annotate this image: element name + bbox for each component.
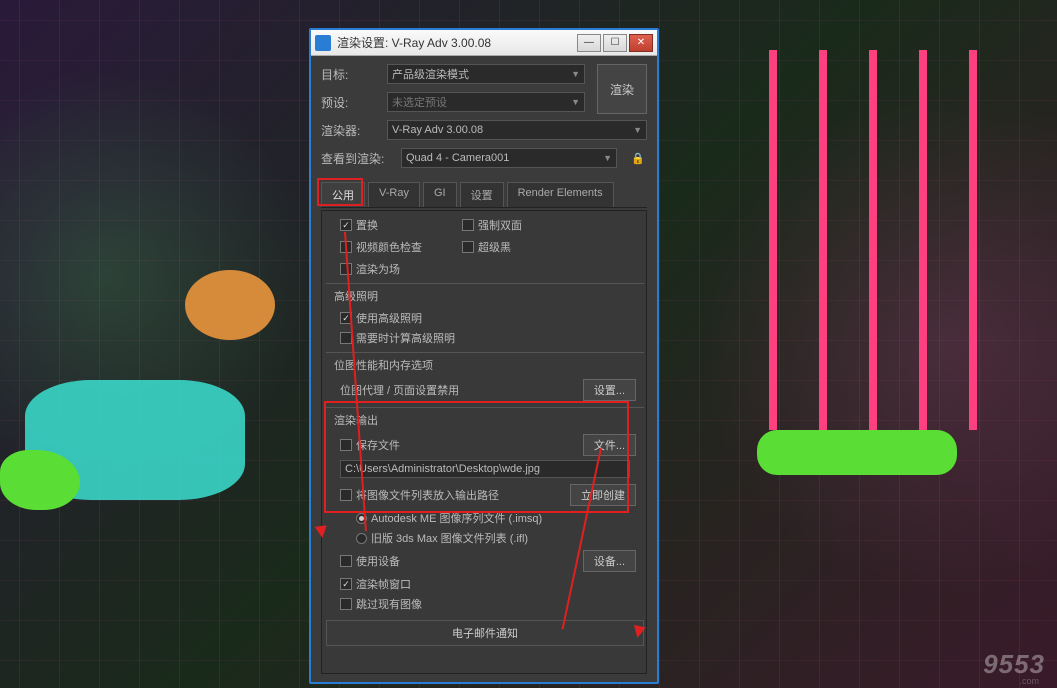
use-advlight-label: 使用高级照明: [356, 310, 422, 326]
skipexisting-checkbox[interactable]: [340, 598, 352, 610]
chevron-down-icon: ▼: [603, 153, 612, 163]
usedevice-checkbox[interactable]: [340, 555, 352, 567]
lock-icon[interactable]: 🔒: [629, 149, 647, 167]
decor-bar: [869, 50, 877, 430]
putlist-checkbox[interactable]: [340, 489, 352, 501]
renderer-select[interactable]: V-Ray Adv 3.00.08 ▼: [387, 120, 647, 140]
imsq-label: Autodesk ME 图像序列文件 (.imsq): [371, 510, 542, 526]
bitmap-desc: 位图代理 / 页面设置禁用: [340, 382, 459, 398]
videocheck-checkbox[interactable]: [340, 241, 352, 253]
file-button[interactable]: 文件...: [583, 434, 636, 456]
compute-advlight-label: 需要时计算高级照明: [356, 330, 455, 346]
framewindow-checkbox[interactable]: ✓: [340, 578, 352, 590]
output-path-input[interactable]: [340, 460, 630, 478]
savefile-checkbox[interactable]: [340, 439, 352, 451]
superblack-checkbox[interactable]: [462, 241, 474, 253]
decor-bar: [969, 50, 977, 430]
ifl-label: 旧版 3ds Max 图像文件列表 (.ifl): [371, 530, 528, 546]
decor-blob: [185, 270, 275, 340]
minimize-button[interactable]: —: [577, 34, 601, 52]
target-select[interactable]: 产品级渲染模式 ▼: [387, 64, 585, 84]
app-icon: [315, 35, 331, 51]
device-button[interactable]: 设备...: [583, 550, 636, 572]
putlist-label: 将图像文件列表放入输出路径: [356, 487, 499, 503]
displacement-checkbox[interactable]: ✓: [340, 219, 352, 231]
force2sided-label: 强制双面: [478, 217, 522, 233]
preset-value: 未选定预设: [392, 94, 447, 110]
target-label: 目标:: [321, 66, 379, 83]
superblack-label: 超级黑: [478, 239, 511, 255]
videocheck-label: 视频颜色检查: [356, 239, 422, 255]
compute-advlight-checkbox[interactable]: [340, 332, 352, 344]
group-render-output: 渲染输出: [326, 407, 644, 432]
chevron-down-icon: ▼: [633, 125, 642, 135]
framewindow-label: 渲染帧窗口: [356, 576, 411, 592]
tab-content-scroll[interactable]: ✓ 置换 视频颜色检查 渲染为场 强制双面: [321, 210, 647, 674]
createnow-button[interactable]: 立即创建: [570, 484, 636, 506]
group-advanced-lighting: 高级照明: [326, 283, 644, 308]
chevron-down-icon: ▼: [571, 97, 580, 107]
renderfield-checkbox[interactable]: [340, 263, 352, 275]
tab-vray[interactable]: V-Ray: [368, 182, 420, 207]
tab-render-elements[interactable]: Render Elements: [507, 182, 614, 207]
decor-bar: [919, 50, 927, 430]
maximize-button[interactable]: ☐: [603, 34, 627, 52]
window-title: 渲染设置: V-Ray Adv 3.00.08: [337, 34, 577, 51]
renderer-value: V-Ray Adv 3.00.08: [392, 124, 483, 136]
tab-settings[interactable]: 设置: [460, 182, 504, 207]
ifl-radio[interactable]: [356, 533, 367, 544]
render-settings-dialog: 渲染设置: V-Ray Adv 3.00.08 — ☐ ✕ 目标: 产品级渲染模…: [309, 28, 659, 684]
renderfield-label: 渲染为场: [356, 261, 400, 277]
watermark-sub: .com: [1019, 676, 1039, 686]
savefile-label: 保存文件: [356, 437, 400, 453]
skipexisting-label: 跳过现有图像: [356, 596, 422, 612]
target-value: 产品级渲染模式: [392, 66, 469, 82]
bitmap-setup-button[interactable]: 设置...: [583, 379, 636, 401]
viewto-value: Quad 4 - Camera001: [406, 152, 509, 164]
preset-select[interactable]: 未选定预设 ▼: [387, 92, 585, 112]
render-button[interactable]: 渲染: [597, 64, 647, 114]
viewto-label: 查看到渲染:: [321, 150, 393, 167]
tab-common[interactable]: 公用: [321, 182, 365, 207]
use-advlight-checkbox[interactable]: ✓: [340, 312, 352, 324]
tab-gi[interactable]: GI: [423, 182, 457, 207]
force2sided-checkbox[interactable]: [462, 219, 474, 231]
titlebar[interactable]: 渲染设置: V-Ray Adv 3.00.08 — ☐ ✕: [311, 30, 657, 56]
chevron-down-icon: ▼: [571, 69, 580, 79]
preset-label: 预设:: [321, 94, 379, 111]
usedevice-label: 使用设备: [356, 553, 400, 569]
decor-bar: [769, 50, 777, 430]
decor-blob: [757, 430, 957, 475]
email-section-header[interactable]: 电子邮件通知: [326, 620, 644, 646]
renderer-label: 渲染器:: [321, 122, 379, 139]
displacement-label: 置换: [356, 217, 378, 233]
close-button[interactable]: ✕: [629, 34, 653, 52]
viewto-select[interactable]: Quad 4 - Camera001 ▼: [401, 148, 617, 168]
imsq-radio[interactable]: [356, 513, 367, 524]
group-bitmap: 位图性能和内存选项: [326, 352, 644, 377]
decor-bar: [819, 50, 827, 430]
